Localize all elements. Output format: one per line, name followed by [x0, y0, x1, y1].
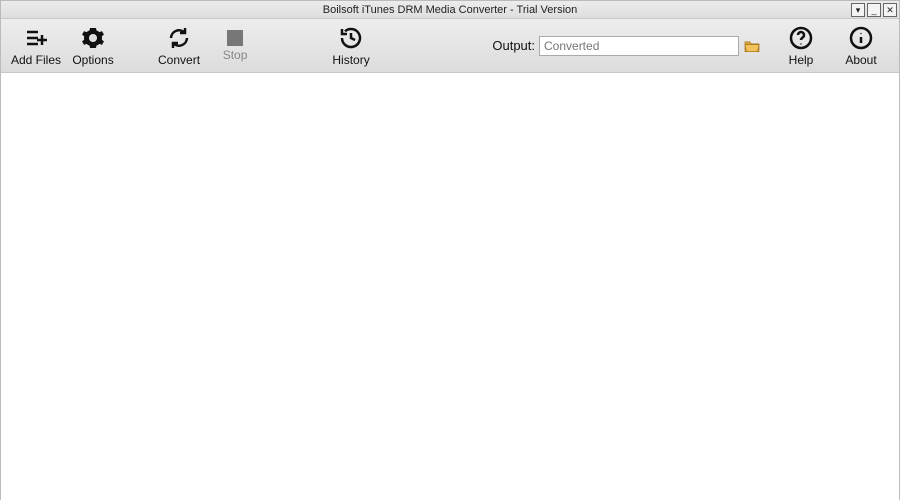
- output-path-input[interactable]: [539, 36, 739, 56]
- help-button[interactable]: Help: [773, 23, 829, 69]
- output-label: Output:: [492, 38, 535, 53]
- browse-folder-button[interactable]: [743, 39, 761, 53]
- toolbar: Add Files Options Convert Stop: [1, 19, 899, 73]
- right-tools: Help About: [773, 23, 889, 69]
- convert-button[interactable]: Convert: [151, 23, 207, 69]
- convert-label: Convert: [158, 53, 200, 67]
- window-controls: ▾ _ ✕: [851, 3, 897, 17]
- convert-icon: [166, 25, 192, 51]
- info-icon: [848, 25, 874, 51]
- stop-label: Stop: [223, 48, 248, 62]
- minimize-button[interactable]: _: [867, 3, 881, 17]
- stop-button: Stop: [207, 28, 263, 64]
- window-menu-button[interactable]: ▾: [851, 3, 865, 17]
- output-area: Output:: [492, 36, 761, 56]
- history-label: History: [332, 53, 369, 67]
- add-files-icon: [23, 25, 49, 51]
- options-label: Options: [72, 53, 113, 67]
- window-title: Boilsoft iTunes DRM Media Converter - Tr…: [1, 4, 899, 16]
- gear-icon: [80, 25, 106, 51]
- close-button[interactable]: ✕: [883, 3, 897, 17]
- add-files-label: Add Files: [11, 53, 61, 67]
- history-button[interactable]: History: [323, 23, 379, 69]
- about-button[interactable]: About: [833, 23, 889, 69]
- titlebar: Boilsoft iTunes DRM Media Converter - Tr…: [1, 1, 899, 19]
- file-list-area: [1, 73, 899, 501]
- help-label: Help: [789, 53, 814, 67]
- about-label: About: [845, 53, 876, 67]
- stop-icon: [227, 30, 243, 46]
- help-icon: [788, 25, 814, 51]
- history-icon: [338, 25, 364, 51]
- add-files-button[interactable]: Add Files: [7, 23, 65, 69]
- options-button[interactable]: Options: [65, 23, 121, 69]
